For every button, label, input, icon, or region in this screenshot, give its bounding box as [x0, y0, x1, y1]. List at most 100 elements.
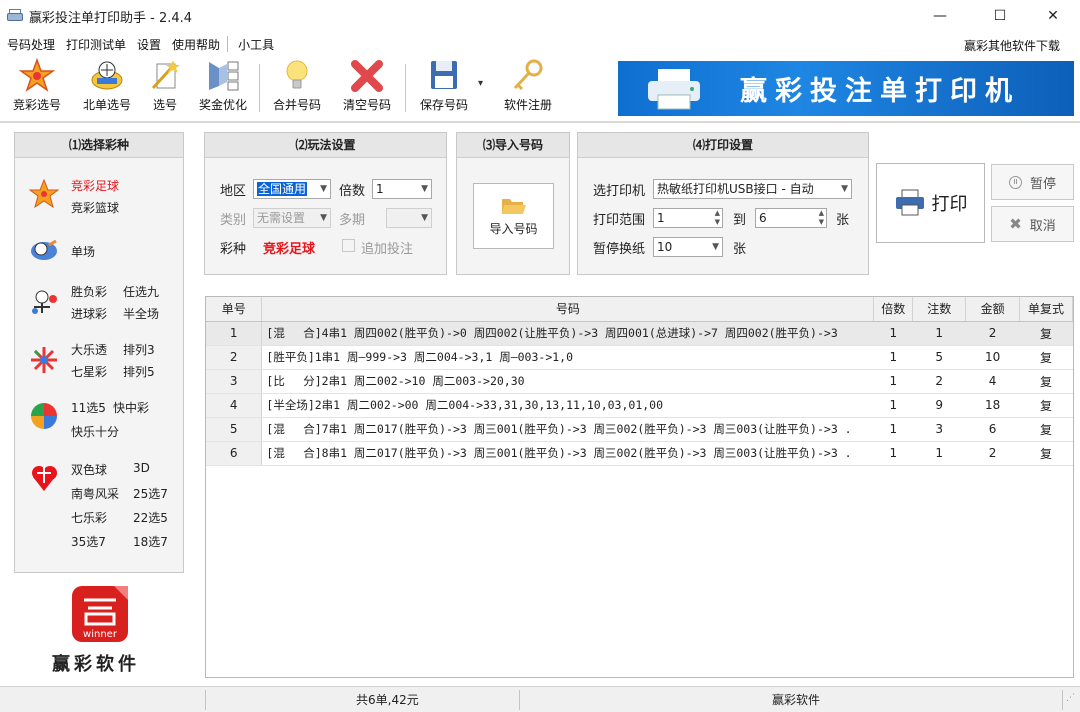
lottery-18xuan7[interactable]: 18选7: [133, 533, 168, 550]
save-numbers-button[interactable]: 保存号码: [414, 58, 474, 118]
lottery-renxuanjiu[interactable]: 任选九: [123, 283, 159, 300]
lottery-35xuan7[interactable]: 35选7: [71, 533, 106, 550]
lottery-kuaileshifen[interactable]: 快乐十分: [71, 423, 119, 440]
close-button[interactable]: ✕: [1030, 0, 1076, 32]
range-from-input[interactable]: 1 ▲ ▼: [653, 208, 723, 228]
status-bar: 共6单,42元 赢彩软件 ⋰: [0, 686, 1080, 712]
printer-app-icon: [7, 9, 23, 23]
lottery-11xuan5[interactable]: 11选5: [71, 399, 106, 416]
table-row[interactable]: 4 [半全场]2串1 周二002->00 周二004->33,31,30,13,…: [206, 393, 1073, 418]
chevron-down-icon: ▼: [841, 184, 848, 194]
resize-grip-icon[interactable]: ⋰: [1066, 693, 1075, 703]
lottery-3d[interactable]: 3D: [133, 461, 150, 475]
panel-title: ⑷打印设置: [578, 133, 868, 158]
lottery-qilecai[interactable]: 七乐彩: [71, 509, 107, 526]
table-row[interactable]: 1 [混 合]4串1 周四002(胜平负)->0 周四002(让胜平负)->3 …: [206, 321, 1073, 346]
lottery-25xuan7[interactable]: 25选7: [133, 485, 168, 502]
chevron-down-icon: ▼: [320, 184, 327, 194]
region-select[interactable]: 全国通用 ▼: [253, 179, 331, 199]
table-row[interactable]: 2 [胜平负]1串1 周—999->3 周二004->3,1 周—003->1,…: [206, 345, 1073, 370]
lottery-pailie3[interactable]: 排列3: [123, 341, 155, 358]
prize-optimize-button[interactable]: 奖金优化: [194, 58, 252, 118]
column-header[interactable]: 倍数: [873, 297, 914, 322]
chevron-down-icon: ▼: [421, 213, 428, 223]
lottery-value: 竞彩足球: [263, 242, 316, 257]
key-icon: [510, 58, 546, 92]
print-button[interactable]: 打印: [876, 163, 985, 243]
spinner-icon: ▲ ▼: [714, 209, 720, 226]
lottery-shengfucai[interactable]: 胜负彩: [71, 283, 107, 300]
lottery-daletou[interactable]: 大乐透: [71, 341, 107, 358]
lottery-qixingcai[interactable]: 七星彩: [71, 363, 107, 380]
star-icon: [18, 57, 56, 92]
lottery-nanyuefengcai[interactable]: 南粤风采: [71, 485, 119, 502]
menu-settings[interactable]: 设置: [133, 36, 165, 53]
brand-banner: 赢彩投注单打印机: [618, 61, 1074, 116]
select-number-button[interactable]: 选号: [146, 58, 184, 118]
maximize-button[interactable]: ☐: [977, 0, 1023, 32]
logo-badge: winner: [83, 629, 118, 640]
minimize-button[interactable]: —: [917, 0, 963, 32]
lottery-jingcai-football[interactable]: 竞彩足球: [71, 177, 119, 194]
column-header[interactable]: 单复式: [1019, 297, 1073, 322]
menu-print-test[interactable]: 打印测试单: [62, 36, 130, 53]
status-brand: 赢彩软件: [772, 693, 821, 707]
lottery-danchang[interactable]: 单场: [71, 243, 95, 260]
play-settings-panel: ⑵玩法设置 地区 全国通用 ▼ 倍数 1 ▼ 类别 无需设置 ▼ 多期 ▼ 彩种 竞彩…: [204, 132, 447, 275]
multiple-select[interactable]: 1 ▼: [372, 179, 432, 199]
floppy-disk-icon: [426, 58, 462, 92]
spinner-icon: ▲ ▼: [818, 209, 824, 226]
print-range-label: 打印范围: [593, 213, 646, 228]
category-label: 类别: [220, 213, 247, 228]
column-header[interactable]: 注数: [912, 297, 967, 322]
shengfu-icon: [29, 287, 59, 317]
pinwheel-icon: [29, 401, 59, 431]
panel-title: ⑴选择彩种: [15, 133, 183, 158]
column-header[interactable]: 金额: [965, 297, 1021, 322]
cancel-button[interactable]: ✖ 取消: [991, 206, 1074, 242]
panel-title: ⑶导入号码: [457, 133, 569, 158]
column-header[interactable]: 号码: [261, 297, 875, 322]
lottery-kuaizhongcai[interactable]: 快中彩: [113, 399, 149, 416]
printer-select[interactable]: 热敏纸打印机USB接口 - 自动 ▼: [653, 179, 852, 199]
table-header-row: 单号 号码 倍数 注数 金额 单复式: [206, 297, 1073, 322]
extra-bet-checkbox[interactable]: [342, 239, 355, 252]
menu-separator: [227, 36, 229, 52]
lottery-label: 彩种: [220, 242, 247, 257]
menu-number-processing[interactable]: 号码处理: [3, 36, 59, 53]
table-row[interactable]: 5 [混 合]7串1 周二017(胜平负)->3 周三001(胜平负)->3 周…: [206, 417, 1073, 442]
multi-period-select: ▼: [386, 208, 432, 228]
range-to-input[interactable]: 6 ▲ ▼: [755, 208, 827, 228]
menu-help[interactable]: 使用帮助: [168, 36, 224, 53]
title-bar: 赢彩投注单打印助手 - 2.4.4 — ☐ ✕: [0, 0, 1080, 32]
lottery-jinqiucai[interactable]: 进球彩: [71, 305, 107, 322]
menu-tools[interactable]: 小工具: [234, 36, 278, 53]
pause-button[interactable]: II 暂停: [991, 164, 1074, 200]
folder-icon: [501, 196, 527, 216]
column-header[interactable]: 单号: [206, 297, 263, 322]
import-numbers-button[interactable]: 导入号码: [473, 183, 554, 249]
software-register-button[interactable]: 软件注册: [498, 58, 558, 118]
pause-paper-select[interactable]: 10 ▼: [653, 237, 723, 257]
pause-icon: II: [1008, 175, 1022, 189]
multi-period-label: 多期: [339, 213, 366, 228]
lottery-shuangseqiu[interactable]: 双色球: [71, 461, 107, 478]
lottery-pailie5[interactable]: 排列5: [123, 363, 155, 380]
table-row[interactable]: 3 [比 分]2串1 周二002->10 周二003->20,30 1 2 4 …: [206, 369, 1073, 394]
lottery-banquanchang[interactable]: 半全场: [123, 305, 159, 322]
range-to-label: 到: [733, 213, 747, 228]
merge-numbers-button[interactable]: 合并号码: [268, 58, 326, 118]
category-select: 无需设置 ▼: [253, 208, 331, 228]
beidan-select-button[interactable]: 北单选号: [78, 58, 136, 118]
panel-title: ⑵玩法设置: [205, 133, 446, 158]
lottery-22xuan5[interactable]: 22选5: [133, 509, 168, 526]
other-software-link[interactable]: 赢彩其他软件下载: [964, 37, 1060, 54]
jingcai-select-button[interactable]: 竞彩选号: [8, 57, 66, 118]
table-row[interactable]: 6 [混 合]8串1 周二017(胜平负)->3 周三001(胜平负)->3 周…: [206, 441, 1073, 466]
lottery-jingcai-basketball[interactable]: 竞彩篮球: [71, 199, 119, 216]
pause-paper-label: 暂停换纸: [593, 242, 646, 257]
star-icon: [28, 178, 60, 209]
danchang-icon: [29, 235, 59, 265]
save-dropdown-arrow[interactable]: ▾: [478, 78, 483, 89]
clear-numbers-button[interactable]: 清空号码: [338, 58, 396, 118]
